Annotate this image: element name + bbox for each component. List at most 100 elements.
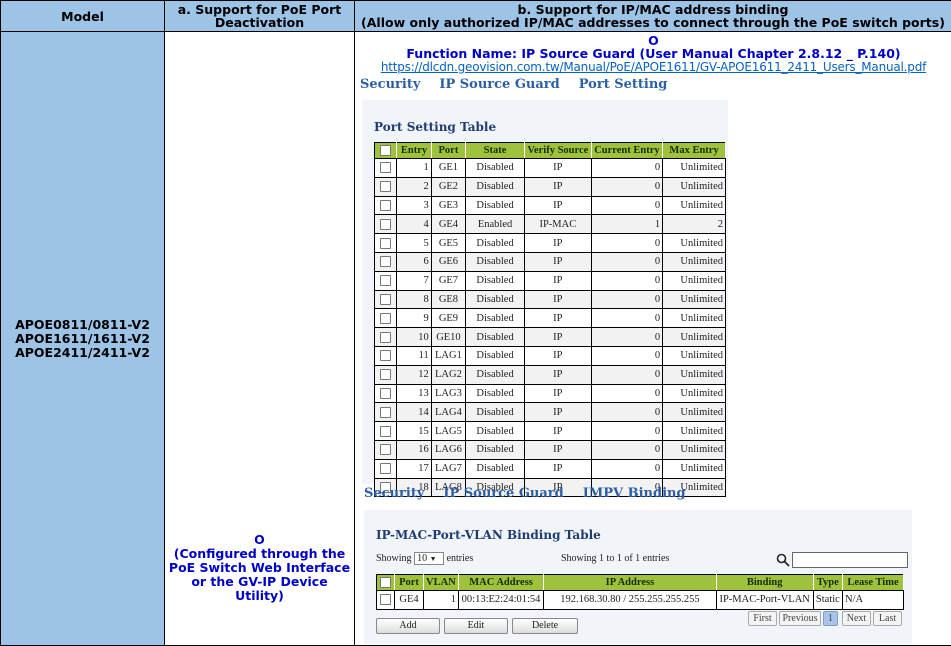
pagination-last[interactable]: Last (873, 611, 902, 626)
table-row: 15 LAG5 Disabled IP 0 Unlimited (373, 421, 726, 441)
breadcrumb-ip-source-guard[interactable]: IP Source Guard (443, 486, 563, 501)
col-port: Port (394, 574, 424, 591)
table-cell: GE7 (430, 270, 467, 291)
table-row: GE4 1 00:13:E2:24:01:54 192.168.30.80 / 255… (375, 590, 904, 610)
row-checkbox[interactable] (373, 176, 398, 197)
impv-panel: IP-MAC-Port-VLAN Binding Table Showing 1… (364, 510, 912, 644)
col-binding: Binding (715, 574, 814, 591)
row-checkbox[interactable] (373, 195, 398, 216)
search-input[interactable] (792, 552, 908, 568)
row-checkbox[interactable] (373, 158, 398, 178)
row-checkbox[interactable] (373, 327, 398, 347)
table-cell: 0 (590, 364, 664, 385)
table-cell: 15 (396, 421, 432, 441)
row-checkbox[interactable] (373, 364, 398, 385)
table-cell: N/A (842, 590, 904, 610)
search-icon (776, 553, 790, 567)
table-cell: 3 (396, 195, 432, 216)
table-cell: GE3 (430, 195, 467, 216)
delete-button[interactable]: Delete (512, 618, 578, 634)
table-cell: 0 (590, 251, 664, 272)
table-cell: Unlimited (662, 176, 726, 197)
pagination-previous[interactable]: Previous (779, 611, 821, 626)
table-cell: 8 (396, 289, 432, 310)
table-row: 8 GE8 Disabled IP 0 Unlimited (373, 289, 726, 310)
row-checkbox[interactable] (373, 383, 398, 404)
port-setting-breadcrumb: Security IP Source Guard Port Setting (360, 77, 686, 92)
select-all-checkbox[interactable] (373, 142, 398, 159)
row-checkbox[interactable] (373, 308, 398, 329)
table-cell: GE2 (430, 176, 467, 197)
table-cell: Unlimited (662, 327, 726, 347)
table-row: 1 GE1 Disabled IP 0 Unlimited (373, 158, 726, 178)
binding-table: Port VLAN MAC Address IP Address Binding… (375, 574, 904, 610)
row-checkbox[interactable] (373, 402, 398, 423)
table-cell: IP (523, 364, 592, 385)
table-cell: IP (523, 289, 592, 310)
row-checkbox[interactable] (373, 439, 398, 460)
table-cell: 13 (396, 383, 432, 404)
manual-link[interactable]: https://dlcdn.geovision.com.tw/Manual/Po… (355, 61, 951, 74)
row-checkbox[interactable] (375, 590, 396, 610)
table-cell: IP (523, 402, 592, 423)
row-checkbox[interactable] (373, 251, 398, 272)
table-cell: 2 (662, 214, 726, 235)
table-cell: Unlimited (662, 233, 726, 253)
table-cell: Disabled (465, 402, 525, 423)
table-cell: IP (523, 270, 592, 291)
row-checkbox[interactable] (373, 345, 398, 366)
breadcrumb-security[interactable]: Security (364, 486, 424, 501)
table-cell: LAG1 (430, 345, 467, 366)
pagination-first[interactable]: First (748, 611, 777, 626)
table-cell: IP (523, 251, 592, 272)
table-cell: LAG5 (430, 421, 467, 441)
table-cell: 2 (396, 176, 432, 197)
table-cell: 0 (590, 308, 664, 329)
table-cell: Unlimited (662, 345, 726, 366)
table-cell: Unlimited (662, 270, 726, 291)
table-cell: IP (523, 176, 592, 197)
col-mac-address: MAC Address (458, 574, 545, 591)
table-cell: GE6 (430, 251, 467, 272)
pagination-next[interactable]: Next (842, 611, 871, 626)
table-cell: 0 (590, 327, 664, 347)
row-checkbox[interactable] (373, 289, 398, 310)
impv-breadcrumb: Security IP Source Guard IMPV Binding (364, 486, 705, 501)
document-page: Model a. Support for PoE Port Deactivatio… (0, 0, 951, 646)
pagination-page-1[interactable]: 1 (823, 611, 838, 626)
edit-button[interactable]: Edit (444, 618, 508, 634)
table-cell: Unlimited (662, 158, 726, 178)
add-button[interactable]: Add (376, 618, 440, 634)
select-all-checkbox[interactable] (375, 574, 396, 591)
row-checkbox[interactable] (373, 421, 398, 441)
table-cell: IP (523, 439, 592, 460)
table-cell: GE9 (430, 308, 467, 329)
row-checkbox[interactable] (373, 214, 398, 235)
row-checkbox[interactable] (373, 233, 398, 253)
table-cell: 0 (590, 158, 664, 178)
table-cell: 0 (590, 383, 664, 404)
col-type: Type (812, 574, 844, 591)
table-cell: Disabled (465, 345, 525, 366)
table-cell: 0 (590, 233, 664, 253)
breadcrumb-port-setting[interactable]: Port Setting (579, 77, 668, 92)
breadcrumb-ip-source-guard[interactable]: IP Source Guard (439, 77, 559, 92)
table-cell: IP (523, 308, 592, 329)
row-checkbox[interactable] (373, 458, 398, 479)
table-cell: Unlimited (662, 364, 726, 385)
header-col-a: a. Support for PoE Port Deactivation (164, 0, 355, 32)
table-cell: IP (523, 458, 592, 479)
entries-select[interactable]: 10 ▼ (414, 552, 445, 565)
table-cell: 0 (590, 439, 664, 460)
table-cell: LAG2 (430, 364, 467, 385)
table-cell: 192.168.30.80 / 255.255.255.255 (543, 590, 717, 610)
table-cell: LAG6 (430, 439, 467, 460)
breadcrumb-security[interactable]: Security (360, 77, 420, 92)
row-checkbox[interactable] (373, 270, 398, 291)
model-cell: APOE0811/0811-V2 APOE1611/1611-V2 APOE24… (0, 31, 165, 646)
table-cell: 11 (396, 345, 432, 366)
table-cell: 7 (396, 270, 432, 291)
breadcrumb-impv-binding[interactable]: IMPV Binding (583, 486, 686, 501)
table-cell: 0 (590, 289, 664, 310)
table-row: 7 GE7 Disabled IP 0 Unlimited (373, 270, 726, 291)
